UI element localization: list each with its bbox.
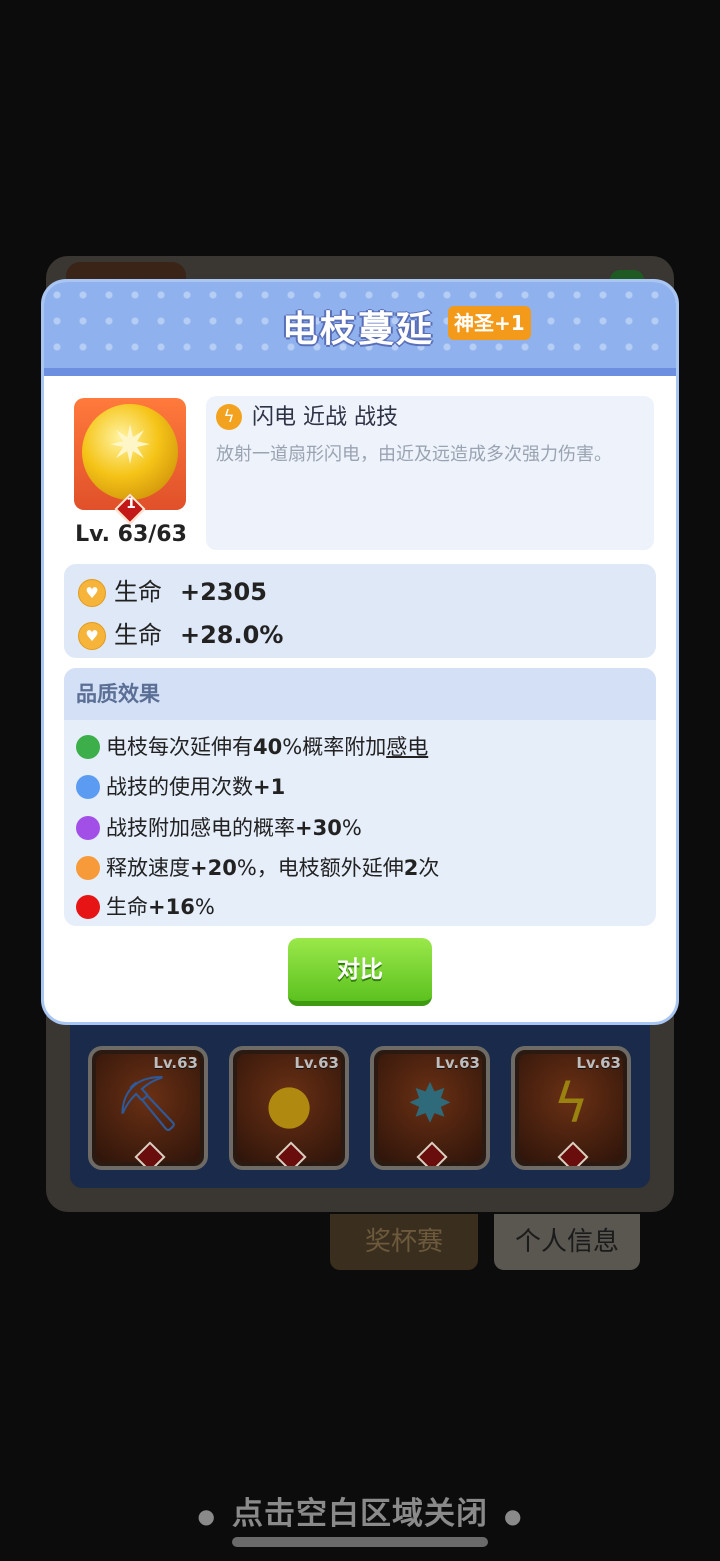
background-avatar-frame (66, 262, 186, 284)
lightning-amulet-icon: ϟ (553, 1072, 589, 1135)
bullet-dot-icon: ● (504, 1503, 523, 1528)
equip-slot-star-shield[interactable]: ✸ Lv.63 (370, 1046, 490, 1170)
tab-profile[interactable]: 个人信息 (494, 1214, 640, 1270)
effect-text: 次 (418, 856, 440, 880)
effect-text: % (341, 816, 362, 840)
equip-slot-level: Lv.63 (294, 1054, 339, 1072)
item-detail-popup: 电枝蔓延 神圣+1 ✷ 1 Lv. 63/63 ϟ 闪电 近战 战技 放射一道扇… (44, 282, 676, 1022)
quality-effects-heading: 品质效果 (64, 668, 656, 720)
effect-value: 40 (253, 735, 283, 759)
stat-label: 生命 (114, 621, 162, 649)
effect-text: 战技附加感电的概率 (106, 816, 295, 840)
effect-row: 生命+16% (76, 892, 215, 922)
stat-label: 生命 (114, 578, 162, 606)
status-keyword-link[interactable]: 感电 (386, 735, 428, 759)
pickaxe-icon: ⛏ (113, 1072, 183, 1135)
effect-value: +1 (253, 775, 286, 799)
skill-description-box: ϟ 闪电 近战 战技 放射一道扇形闪电，由近及远造成多次强力伤害。 (206, 396, 654, 550)
quality-effects-box: 品质效果 电枝每次延伸有40%概率附加感电 战技的使用次数+1 战技附加感电的概… (64, 668, 656, 926)
blue-dot-icon (76, 774, 100, 799)
equip-slot-level: Lv.63 (576, 1054, 621, 1072)
equip-slot-level: Lv.63 (435, 1054, 480, 1072)
star-shield-icon: ✸ (407, 1072, 453, 1135)
stat-value: +28.0% (180, 621, 284, 649)
effect-row: 战技的使用次数+1 (76, 772, 285, 802)
close-hint[interactable]: ● 点击空白区域关闭 ● (0, 1488, 720, 1533)
lightning-burst-icon: ✷ (108, 416, 152, 476)
red-dot-icon (76, 894, 100, 919)
purple-dot-icon (76, 815, 100, 840)
effect-row: 释放速度+20%，电枝额外延伸2次 (76, 853, 439, 883)
home-indicator[interactable] (232, 1537, 488, 1547)
bullet-dot-icon: ● (197, 1503, 216, 1528)
lightning-icon: ϟ (216, 404, 242, 430)
equip-slot-lightning-coin[interactable]: ● Lv.63 (229, 1046, 349, 1170)
stats-box: ♥ 生命 +2305 ♥ 生命 +28.0% (64, 564, 656, 658)
effect-text: %概率附加 (282, 735, 387, 759)
equip-slot-level: Lv.63 (153, 1054, 198, 1072)
effect-row: 战技附加感电的概率+30% (76, 813, 362, 843)
health-icon: ♥ (78, 579, 106, 607)
item-title: 电枝蔓延 (282, 309, 435, 350)
popup-header: 电枝蔓延 神圣+1 (44, 282, 676, 376)
health-icon: ♥ (78, 622, 106, 650)
effect-text: % (194, 895, 215, 919)
skill-description: 放射一道扇形闪电，由近及远造成多次强力伤害。 (216, 444, 612, 465)
effect-value: +16 (148, 895, 195, 919)
quality-badge: 神圣+1 (448, 306, 531, 340)
stat-row: ♥ 生命 +2305 (78, 576, 267, 608)
effect-value: 2 (403, 856, 419, 880)
orange-dot-icon (76, 855, 100, 880)
lightning-coin-icon: ● (265, 1072, 313, 1135)
green-dot-icon (76, 734, 100, 759)
effect-value: +30 (295, 816, 342, 840)
effect-row: 电枝每次延伸有40%概率附加感电 (76, 732, 428, 762)
rarity-gem-number: 1 (126, 496, 136, 512)
effect-text: %，电枝额外延伸 (236, 856, 404, 880)
compare-button[interactable]: 对比 (288, 938, 432, 1006)
effect-text: 战技的使用次数 (106, 775, 253, 799)
effect-text: 释放速度 (106, 856, 190, 880)
tab-trophy-race[interactable]: 奖杯赛 (330, 1214, 478, 1270)
effect-text: 电枝每次延伸有 (106, 735, 253, 759)
skill-tags: 闪电 近战 战技 (252, 405, 398, 430)
effect-value: +20 (190, 856, 237, 880)
effect-text: 生命 (106, 895, 148, 919)
item-level: Lv. 63/63 (75, 522, 187, 547)
stat-row: ♥ 生命 +28.0% (78, 619, 283, 651)
stat-value: +2305 (180, 578, 267, 606)
equip-slot-lightning-amulet[interactable]: ϟ Lv.63 (511, 1046, 631, 1170)
equip-slot-pickaxe[interactable]: ⛏ Lv.63 (88, 1046, 208, 1170)
close-hint-text: 点击空白区域关闭 (232, 1496, 488, 1532)
